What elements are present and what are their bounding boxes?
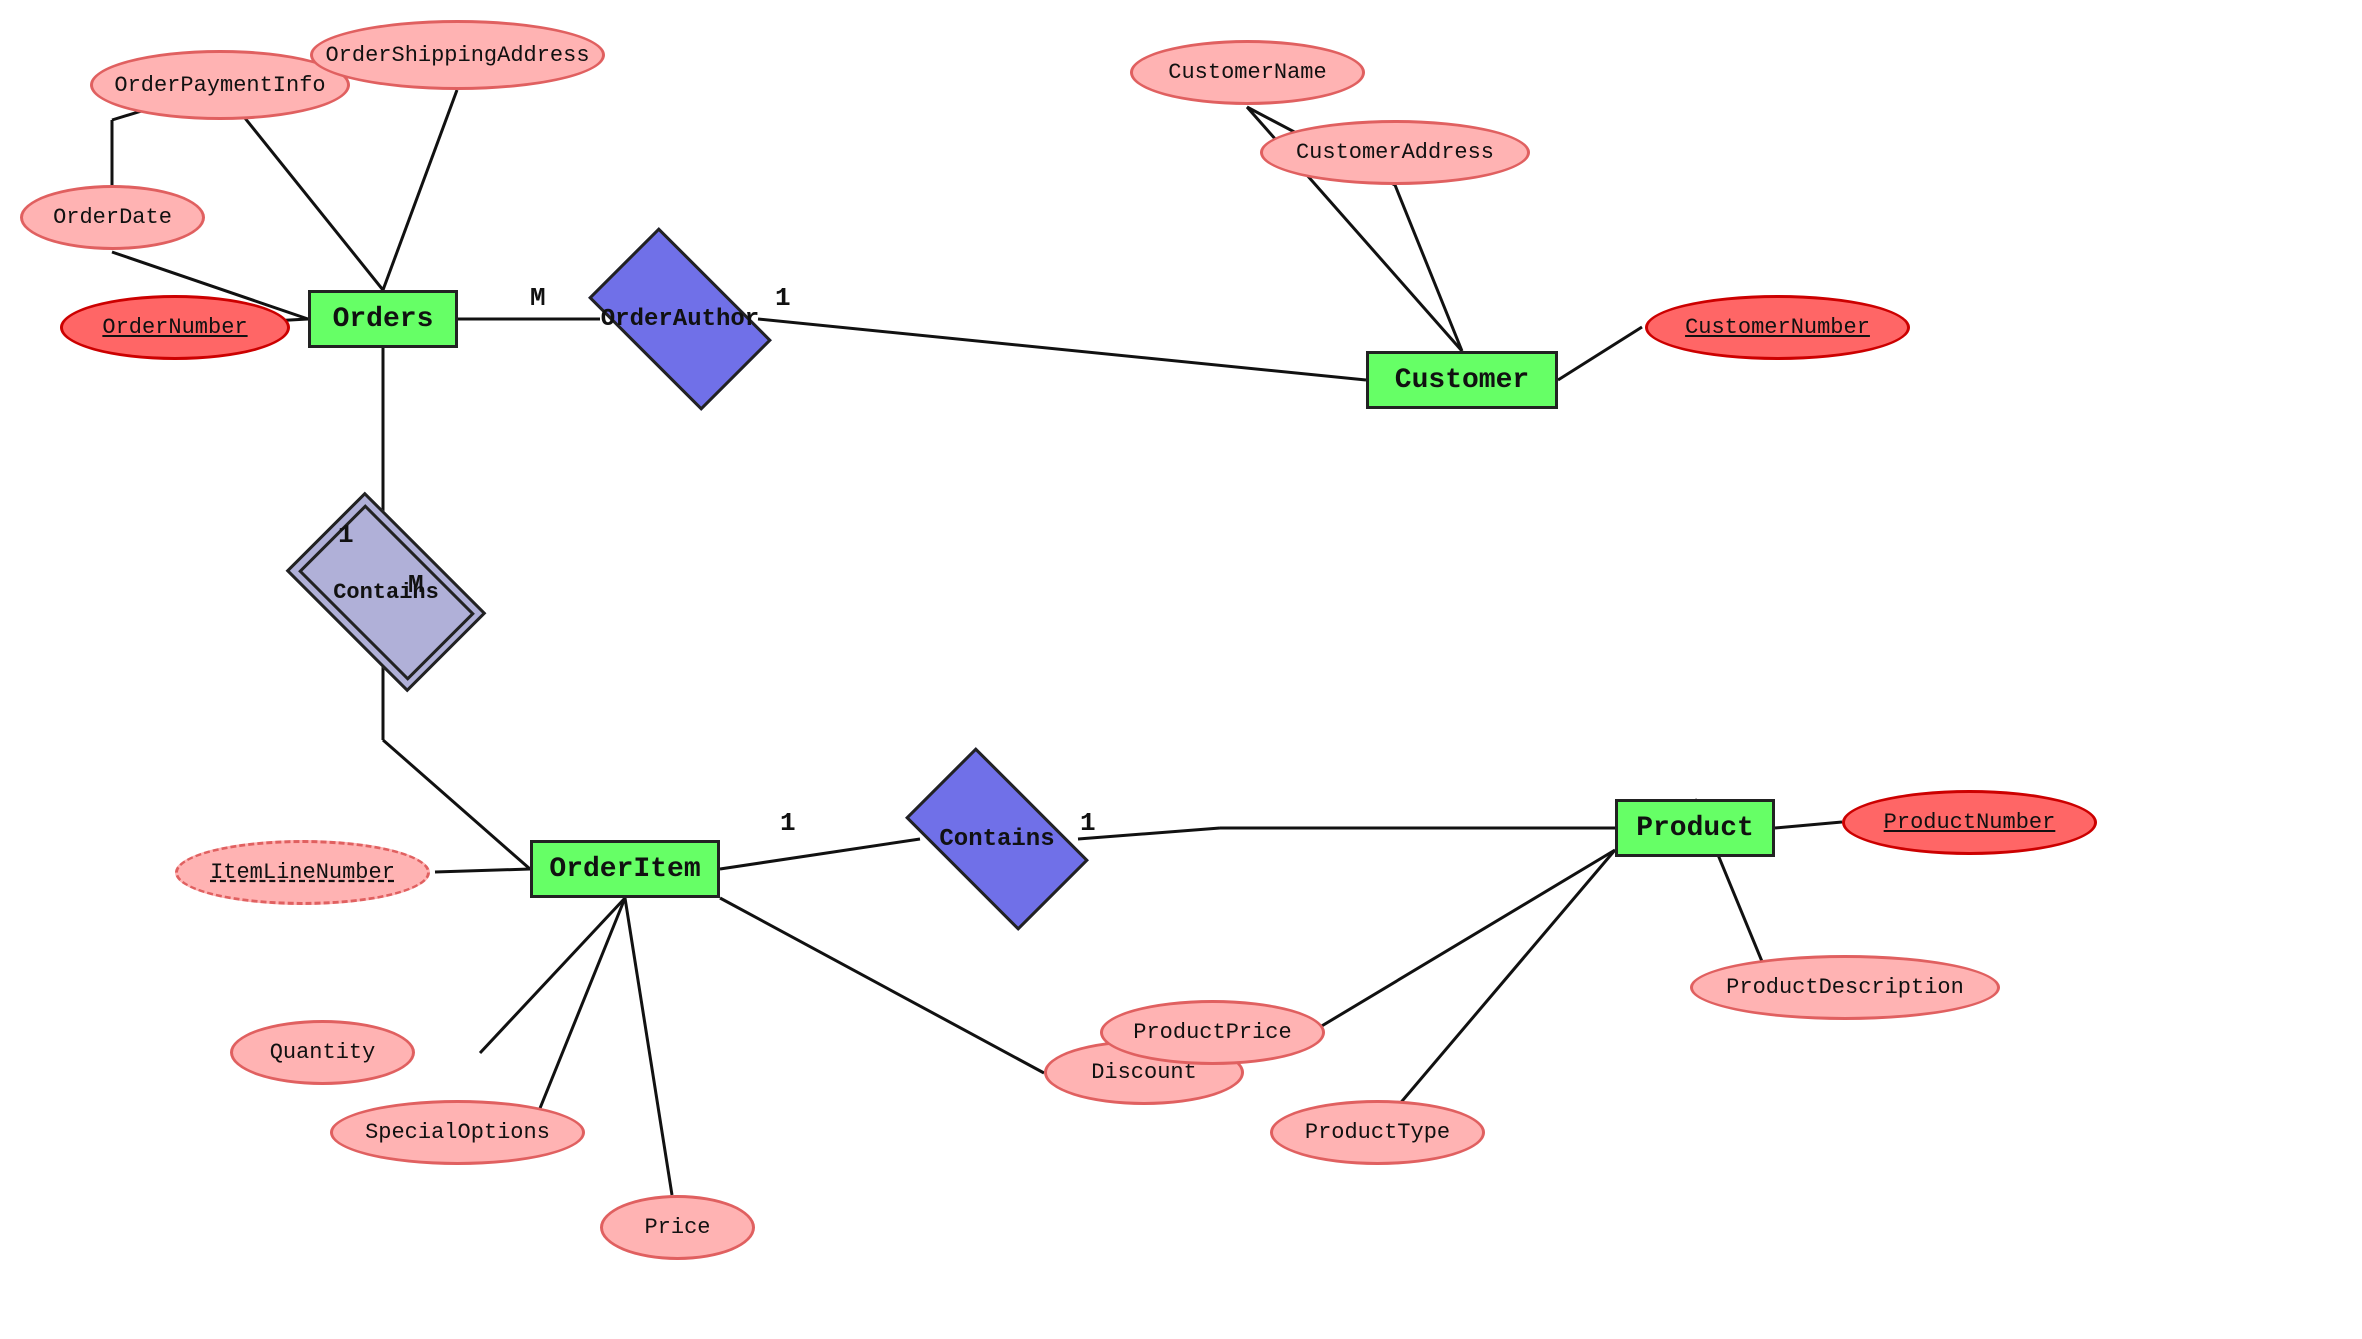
attr-productdescription-label: ProductDescription <box>1726 975 1964 1000</box>
attr-quantity-label: Quantity <box>270 1040 376 1065</box>
cardinality-m1: M <box>530 283 546 313</box>
cardinality-one2: 1 <box>338 520 354 550</box>
attr-orderdate-label: OrderDate <box>53 205 172 230</box>
attr-customeraddress-label: CustomerAddress <box>1296 140 1494 165</box>
attr-ordershippingaddress-label: OrderShippingAddress <box>325 43 589 68</box>
attr-itemlinenumber-label: ItemLineNumber <box>210 860 395 885</box>
attr-productdescription: ProductDescription <box>1690 955 2000 1020</box>
entity-orders-label: Orders <box>333 304 434 335</box>
entity-product-label: Product <box>1636 813 1754 844</box>
attr-customeraddress: CustomerAddress <box>1260 120 1530 185</box>
entity-orders: Orders <box>308 290 458 348</box>
cardinality-one4: 1 <box>1080 808 1096 838</box>
entity-customer-label: Customer <box>1395 365 1529 396</box>
relation-contains2-label: Contains <box>939 826 1054 853</box>
attr-producttype-label: ProductType <box>1305 1120 1450 1145</box>
entity-orderitem-label: OrderItem <box>549 854 700 885</box>
attr-productnumber: ProductNumber <box>1842 790 2097 855</box>
attr-customername-label: CustomerName <box>1168 60 1326 85</box>
attr-productprice: ProductPrice <box>1100 1000 1325 1065</box>
entity-orderitem: OrderItem <box>530 840 720 898</box>
attr-ordershippingaddress: OrderShippingAddress <box>310 20 605 90</box>
cardinality-one3: 1 <box>780 808 796 838</box>
attr-specialoptions-label: SpecialOptions <box>365 1120 550 1145</box>
attr-producttype: ProductType <box>1270 1100 1485 1165</box>
attr-customername: CustomerName <box>1130 40 1365 105</box>
attr-productprice-label: ProductPrice <box>1133 1020 1291 1045</box>
relation-contains2: Contains <box>916 789 1078 889</box>
attr-price: Price <box>600 1195 755 1260</box>
attr-orderdate: OrderDate <box>20 185 205 250</box>
attr-customernumber: CustomerNumber <box>1645 295 1910 360</box>
cardinality-m2: M <box>408 570 424 600</box>
relation-orderauthor: OrderAuthor <box>599 269 761 369</box>
entity-product: Product <box>1615 799 1775 857</box>
attr-price-label: Price <box>644 1215 710 1240</box>
er-diagram: Orders Customer OrderItem Product OrderA… <box>0 0 2362 1339</box>
attr-specialoptions: SpecialOptions <box>330 1100 585 1165</box>
attr-productnumber-label: ProductNumber <box>1884 810 2056 835</box>
attr-ordernumber-label: OrderNumber <box>102 315 247 340</box>
cardinality-one1: 1 <box>775 283 791 313</box>
attr-orderpaymentinfo-label: OrderPaymentInfo <box>114 73 325 98</box>
attr-itemlinenumber: ItemLineNumber <box>175 840 430 905</box>
attr-ordernumber: OrderNumber <box>60 295 290 360</box>
relation-contains1: Contains <box>302 538 470 646</box>
attr-customernumber-label: CustomerNumber <box>1685 315 1870 340</box>
entity-customer: Customer <box>1366 351 1558 409</box>
relation-orderauthor-label: OrderAuthor <box>601 306 759 333</box>
attr-quantity: Quantity <box>230 1020 415 1085</box>
